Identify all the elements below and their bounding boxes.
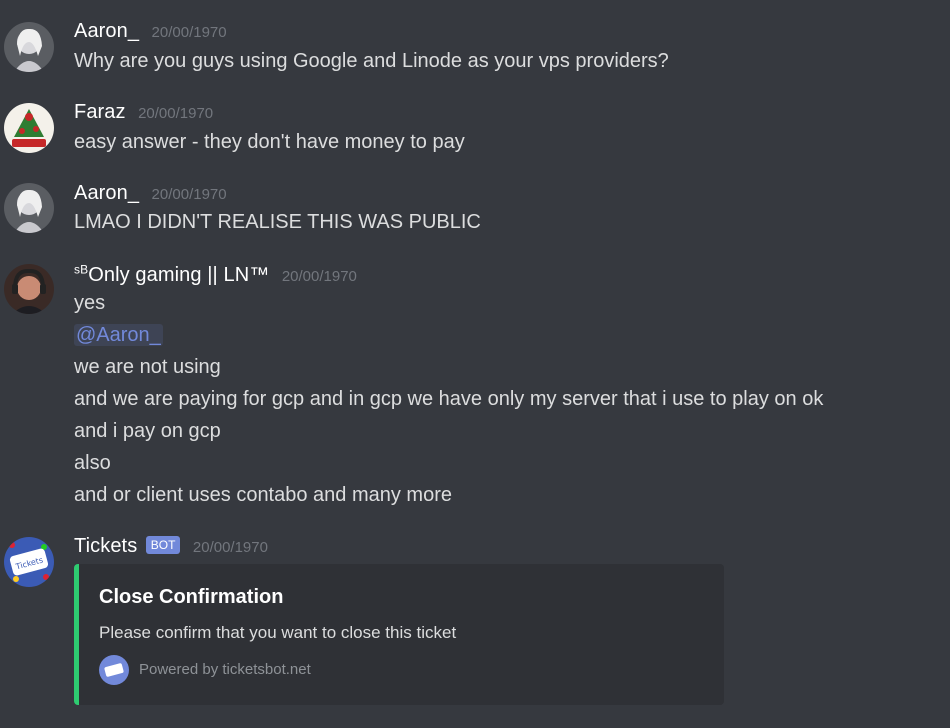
username[interactable]: sBOnly gaming || LN™	[74, 262, 270, 286]
chat-message-list: Aaron_ 20/00/1970 Why are you guys using…	[0, 0, 950, 728]
user-mention[interactable]: @Aaron_	[74, 324, 163, 346]
tickets-bot-avatar[interactable]: Tickets	[4, 537, 54, 587]
embed-title: Close Confirmation	[99, 586, 284, 608]
message-content: and or client uses contabo and many more	[74, 484, 452, 506]
timestamp: 20/00/1970	[138, 105, 214, 122]
username-text: Only gaming || LN™	[88, 264, 270, 286]
username-prefix: sB	[74, 262, 89, 277]
anime-character-avatar[interactable]	[4, 22, 54, 72]
timestamp: 20/00/1970	[151, 186, 227, 203]
message-content: we are not using	[74, 356, 221, 378]
message-content: also	[74, 452, 111, 474]
message-content: and i pay on gcp	[74, 420, 221, 442]
message-content: Why are you guys using Google and Linode…	[74, 50, 669, 72]
message-content: easy answer - they don't have money to p…	[74, 131, 465, 153]
christmas-card-avatar[interactable]	[4, 103, 54, 153]
timestamp: 20/00/1970	[281, 268, 357, 285]
message-content: LMAO I DIDN'T REALISE THIS WAS PUBLIC	[74, 211, 481, 233]
message-content: @Aaron_	[74, 323, 163, 347]
anime-character-avatar[interactable]	[4, 183, 54, 233]
bot-tag: BOT	[145, 536, 181, 554]
embed-footer-text: Powered by ticketsbot.net	[139, 661, 311, 678]
timestamp: 20/00/1970	[192, 539, 268, 556]
embed: Close Confirmation Please confirm that y…	[74, 564, 724, 705]
message-content: yes	[74, 292, 106, 314]
message-content: and we are paying for gcp and in gcp we …	[74, 388, 824, 410]
timestamp: 20/00/1970	[151, 24, 227, 41]
username[interactable]: Faraz	[74, 101, 126, 123]
person-with-headset-avatar[interactable]	[4, 264, 54, 314]
username[interactable]: Aaron_	[74, 182, 139, 204]
ticketsbot-logo-icon	[99, 655, 129, 685]
username[interactable]: Tickets	[74, 535, 137, 557]
username[interactable]: Aaron_	[74, 20, 139, 42]
embed-description: Please confirm that you want to close th…	[99, 623, 457, 642]
